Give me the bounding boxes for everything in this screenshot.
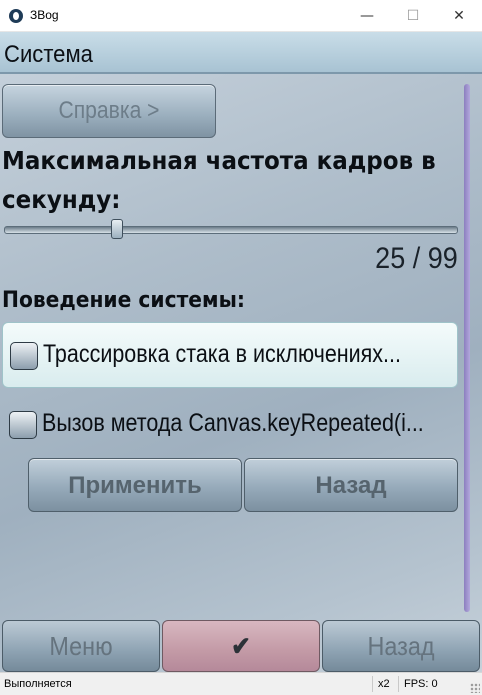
resize-grip-icon[interactable] [470, 683, 480, 693]
app-screen: Система Справка > Максимальная частота к… [0, 32, 482, 672]
fps-indicator: FPS: 0 [398, 676, 438, 692]
softkey-ok[interactable]: ✔ [162, 620, 320, 672]
fps-label-line1: Максимальная частота кадров в [2, 146, 436, 175]
stack-trace-checkbox[interactable] [10, 342, 38, 370]
help-button-label: Справка > [58, 97, 160, 124]
softkey-back[interactable]: Назад [322, 620, 480, 672]
fps-label-line2: секунду: [2, 185, 121, 214]
status-bar: Выполняется x2 FPS: 0 [0, 672, 482, 695]
page-title: Система [4, 41, 93, 68]
help-button[interactable]: Справка > [2, 84, 216, 138]
apply-button-label: Применить [68, 472, 202, 499]
window-titlebar: ЗBog — ☐ ✕ [0, 0, 482, 32]
minimize-button[interactable]: — [344, 0, 390, 32]
scale-indicator[interactable]: x2 [372, 676, 390, 692]
screen-header: Система [0, 32, 482, 74]
key-repeated-label: Вызов метода Canvas.keyRepeated(i... [42, 409, 424, 437]
system-behavior-label: Поведение системы: [2, 288, 245, 313]
option-key-repeated[interactable]: Вызов метода Canvas.keyRepeated(i... [2, 392, 458, 458]
scrollbar[interactable] [464, 84, 470, 612]
checkmark-icon: ✔ [231, 631, 251, 661]
maximize-button[interactable]: ☐ [390, 0, 436, 32]
back-button[interactable]: Назад [244, 458, 458, 512]
fps-slider[interactable] [4, 226, 458, 234]
key-repeated-checkbox[interactable] [9, 411, 37, 439]
stack-trace-label: Трассировка стака в исключениях... [43, 340, 401, 368]
window-title: ЗBog [30, 8, 59, 22]
option-stack-trace[interactable]: Трассировка стака в исключениях... [2, 322, 458, 388]
softkey-back-label: Назад [367, 631, 435, 661]
back-button-label: Назад [315, 472, 387, 499]
status-text: Выполняется [4, 678, 72, 690]
softkey-menu-label: Меню [49, 631, 113, 661]
softkey-menu[interactable]: Меню [2, 620, 160, 672]
fps-slider-thumb[interactable] [111, 219, 123, 239]
fps-value: 25 / 99 [375, 242, 458, 275]
apply-button[interactable]: Применить [28, 458, 242, 512]
app-icon [9, 9, 23, 23]
close-button[interactable]: ✕ [436, 0, 482, 32]
